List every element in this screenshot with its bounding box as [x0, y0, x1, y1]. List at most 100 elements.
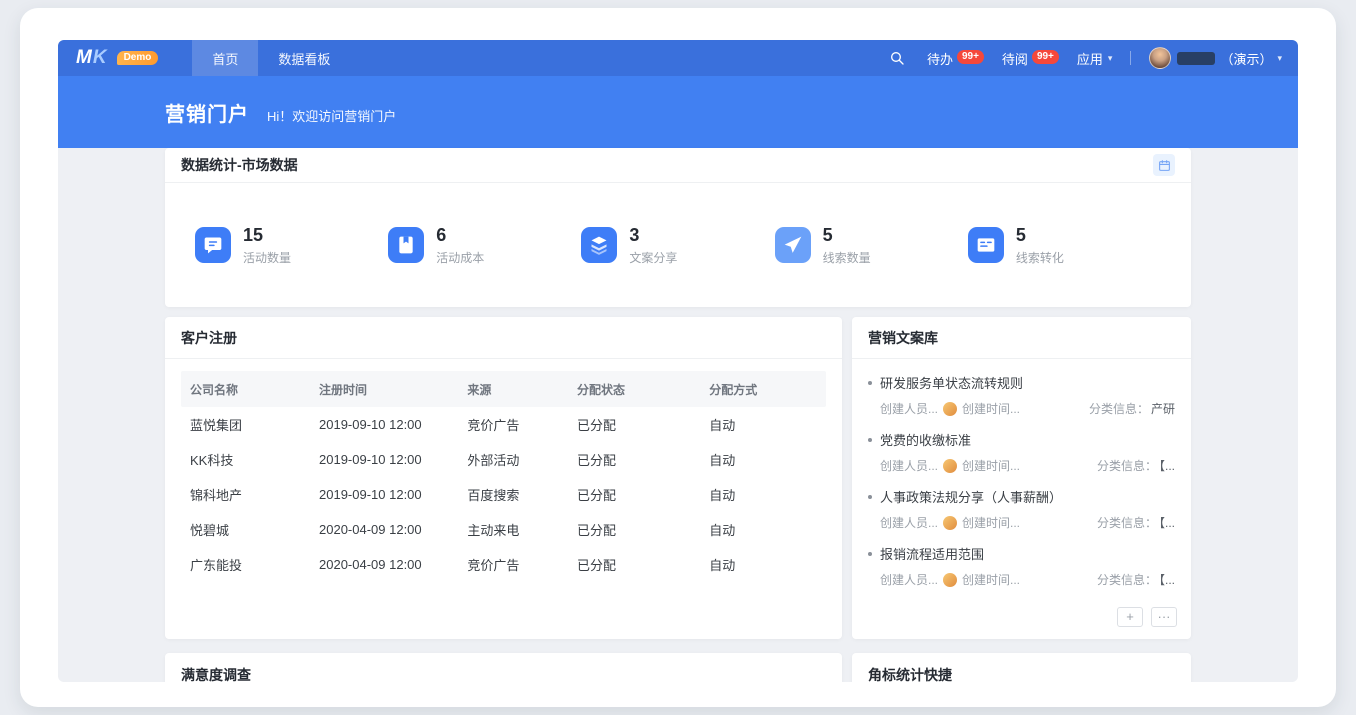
bottom-row: 满意度调查 角标统计快捷	[165, 653, 1191, 682]
copy-card-title: 营销文案库	[868, 328, 938, 348]
app-window: M K Demo 首页 数据看板 待办 99+ 待阅	[58, 40, 1298, 682]
table-row[interactable]: 蓝悦集团 2019-09-10 12:00 竞价广告 已分配 自动	[181, 407, 826, 442]
logo[interactable]: M K Demo	[76, 40, 158, 76]
category-label: 分类信息：	[1097, 573, 1157, 587]
cell-source: 竞价广告	[458, 415, 568, 434]
stat-label: 文案分享	[629, 249, 677, 266]
bullet-dot-icon	[868, 438, 872, 442]
list-item[interactable]: 研发服务单状态流转规则 创建人员... 创建时间... 分类信息：产研	[868, 373, 1175, 417]
logo-text-m: M	[76, 47, 90, 69]
creator-avatar	[943, 573, 957, 587]
stat-item-activity-count[interactable]: 15 活动数量	[195, 225, 388, 266]
demo-badge: Demo	[117, 51, 159, 65]
copy-library-card: 营销文案库 研发服务单状态流转规则 创建人员...	[852, 317, 1191, 639]
copy-item-title: 党费的收缴标准	[880, 430, 971, 449]
hero-subtitle: Hi！欢迎访问营销门户	[267, 106, 396, 125]
cell-method: 自动	[700, 415, 826, 434]
customer-table: 公司名称 注册时间 来源 分配状态 分配方式 蓝悦集团 2019-09-10 1…	[181, 371, 826, 582]
divider	[1130, 51, 1131, 65]
book-icon	[388, 227, 424, 263]
copy-item-title: 研发服务单状态流转规则	[880, 373, 1023, 392]
stat-item-lead-count[interactable]: 5 线索数量	[775, 225, 968, 266]
add-button[interactable]: +	[1117, 607, 1143, 627]
toread-badge: 99+	[1032, 50, 1059, 64]
cell-method: 自动	[700, 555, 826, 574]
stat-text: 5 线索数量	[823, 225, 871, 266]
user-menu[interactable]: （演示） ▾	[1149, 47, 1282, 69]
tab-data-dashboard[interactable]: 数据看板	[258, 40, 350, 76]
stat-item-lead-conversion[interactable]: 5 线索转化	[968, 225, 1161, 266]
customer-card-header: 客户注册	[165, 317, 842, 359]
satisfaction-survey-title: 满意度调查	[181, 665, 826, 682]
main-tabs: 首页 数据看板	[192, 40, 350, 76]
more-button[interactable]: ···	[1151, 607, 1177, 627]
cell-company: 悦碧城	[181, 520, 310, 539]
category-value: 【...	[1159, 459, 1175, 473]
list-item[interactable]: 人事政策法规分享（人事薪酬） 创建人员... 创建时间... 分类信息：【...	[868, 487, 1175, 531]
navbar-left: M K Demo 首页 数据看板	[76, 40, 350, 76]
document-icon	[968, 227, 1004, 263]
copy-card-header: 营销文案库	[852, 317, 1191, 359]
app-frame: M K Demo 首页 数据看板 待办 99+ 待阅	[20, 8, 1336, 707]
table-row[interactable]: 锦科地产 2019-09-10 12:00 百度搜索 已分配 自动	[181, 477, 826, 512]
search-icon[interactable]	[889, 50, 905, 66]
category-value: 【...	[1159, 516, 1175, 530]
stat-label: 活动数量	[243, 249, 291, 266]
copy-item-title: 人事政策法规分享（人事薪酬）	[880, 487, 1062, 506]
col-source: 来源	[458, 381, 568, 398]
list-item[interactable]: 报销流程适用范围 创建人员... 创建时间... 分类信息：【...	[868, 544, 1175, 588]
stat-item-activity-cost[interactable]: 6 活动成本	[388, 225, 581, 266]
category-label: 分类信息：	[1097, 516, 1157, 530]
top-navbar: M K Demo 首页 数据看板 待办 99+ 待阅	[58, 40, 1298, 76]
navbar-right: 待办 99+ 待阅 99+ 应用 ▾ （演示） ▾	[889, 40, 1282, 76]
creator-avatar	[943, 402, 957, 416]
cell-time: 2019-09-10 12:00	[310, 417, 458, 432]
stats-card-title: 数据统计-市场数据	[181, 155, 298, 175]
stat-label: 活动成本	[436, 249, 484, 266]
stat-value: 15	[243, 225, 291, 245]
apps-label: 应用	[1077, 49, 1103, 68]
hero-banner: 营销门户 Hi！欢迎访问营销门户	[58, 76, 1298, 148]
todo-menu[interactable]: 待办 99+	[927, 49, 984, 68]
create-time-label: 创建时间...	[962, 457, 1020, 474]
stat-value: 3	[629, 225, 677, 245]
stat-value: 5	[1016, 225, 1064, 245]
avatar	[1149, 47, 1171, 69]
bullet-dot-icon	[868, 552, 872, 556]
list-item[interactable]: 党费的收缴标准 创建人员... 创建时间... 分类信息：【...	[868, 430, 1175, 474]
cell-source: 竞价广告	[458, 555, 568, 574]
todo-label: 待办	[927, 49, 953, 68]
col-assign-method: 分配方式	[700, 381, 826, 398]
cell-status: 已分配	[568, 555, 700, 574]
create-time-label: 创建时间...	[962, 571, 1020, 588]
creator-label: 创建人员...	[880, 571, 938, 588]
category-value: 【...	[1159, 573, 1175, 587]
stats-row: 15 活动数量 6 活动成本	[165, 183, 1191, 307]
bullet-dot-icon	[868, 495, 872, 499]
message-icon	[195, 227, 231, 263]
copy-card-footer: + ···	[852, 603, 1191, 639]
table-row[interactable]: KK科技 2019-09-10 12:00 外部活动 已分配 自动	[181, 442, 826, 477]
stat-item-copy-share[interactable]: 3 文案分享	[581, 225, 774, 266]
stat-text: 15 活动数量	[243, 225, 291, 266]
cell-time: 2020-04-09 12:00	[310, 557, 458, 572]
calendar-icon[interactable]	[1153, 154, 1175, 176]
tab-home[interactable]: 首页	[192, 40, 258, 76]
cell-time: 2019-09-10 12:00	[310, 487, 458, 502]
cell-method: 自动	[700, 485, 826, 504]
middle-row: 客户注册 公司名称 注册时间 来源 分配状态 分配方式 蓝悦集团 2019-09…	[165, 317, 1191, 639]
stats-card: 数据统计-市场数据 15 活动数量	[165, 148, 1191, 307]
col-register-time: 注册时间	[310, 381, 458, 398]
toread-menu[interactable]: 待阅 99+	[1002, 49, 1059, 68]
table-row[interactable]: 广东能投 2020-04-09 12:00 竞价广告 已分配 自动	[181, 547, 826, 582]
creator-label: 创建人员...	[880, 457, 938, 474]
cell-status: 已分配	[568, 450, 700, 469]
badge-stats-title: 角标统计快捷	[868, 665, 1175, 682]
main-content: 数据统计-市场数据 15 活动数量	[58, 148, 1298, 682]
apps-menu[interactable]: 应用 ▾	[1077, 49, 1113, 68]
creator-avatar	[943, 516, 957, 530]
cell-source: 主动来电	[458, 520, 568, 539]
stat-value: 5	[823, 225, 871, 245]
cell-status: 已分配	[568, 520, 700, 539]
table-row[interactable]: 悦碧城 2020-04-09 12:00 主动来电 已分配 自动	[181, 512, 826, 547]
